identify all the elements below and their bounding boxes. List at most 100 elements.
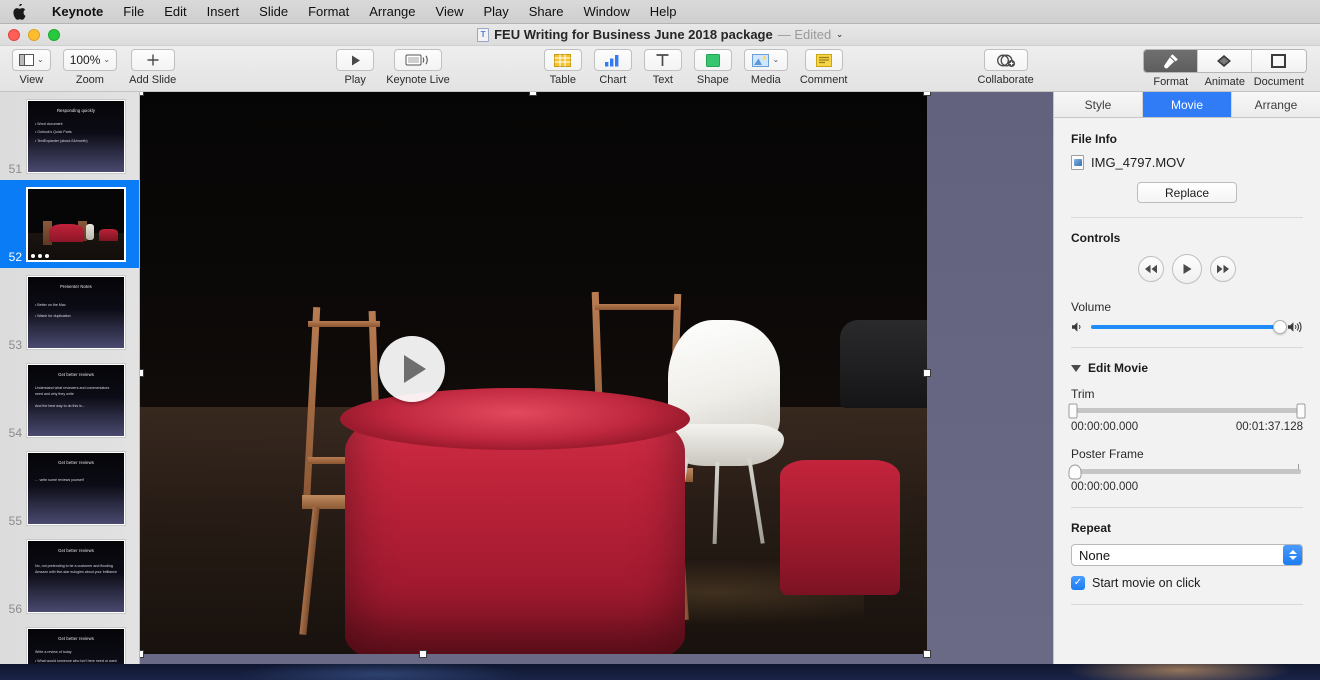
chevron-down-icon[interactable]: ⌄	[836, 30, 843, 39]
slide-thumbnail-52[interactable]: 52	[0, 180, 139, 268]
menu-item-insert[interactable]: Insert	[197, 0, 250, 24]
tab-arrange[interactable]: Arrange	[1232, 92, 1320, 117]
tab-movie[interactable]: Movie	[1143, 92, 1232, 117]
window-controls	[8, 29, 60, 41]
slide-surface[interactable]	[140, 92, 1053, 664]
stepper-arrows-icon[interactable]	[1283, 545, 1302, 565]
plus-icon	[147, 54, 159, 66]
red-table-top	[340, 388, 690, 450]
rewind-button[interactable]	[1138, 256, 1164, 282]
document-name[interactable]: FEU Writing for Business June 2018 packa…	[494, 27, 773, 42]
play-pause-button[interactable]	[1172, 254, 1202, 284]
play-button[interactable]: Play	[330, 49, 380, 86]
collaborate-icon	[996, 54, 1015, 67]
selection-handle-middle-left[interactable]	[140, 369, 144, 377]
edited-status: — Edited	[777, 27, 832, 42]
menu-item-keynote[interactable]: Keynote	[42, 0, 113, 24]
build-indicator-dots	[31, 253, 49, 258]
trim-start-handle[interactable]	[1068, 403, 1078, 418]
thumb-title: Get better reviews	[58, 459, 94, 465]
tab-animate[interactable]	[1197, 50, 1252, 72]
tab-document[interactable]	[1251, 50, 1306, 72]
minimize-button[interactable]	[28, 29, 40, 41]
paintbrush-icon	[1164, 54, 1179, 69]
play-overlay-button[interactable]	[379, 336, 445, 402]
zoom-control[interactable]: 100% ⌄ Zoom	[57, 49, 123, 86]
slide-thumbnail-54[interactable]: 54 Get better reviews Understand what re…	[0, 356, 139, 444]
selection-handle-bottom-right[interactable]	[923, 650, 931, 658]
chevron-down-icon: ⌄	[37, 55, 44, 64]
start-movie-on-click-row[interactable]: ✓ Start movie on click	[1071, 576, 1303, 590]
main-body: 51 Responding quickly • Word document • …	[0, 92, 1320, 664]
trim-end-handle[interactable]	[1296, 403, 1306, 418]
collaborate-button[interactable]: Collaborate	[972, 49, 1040, 86]
selection-handle-top-center[interactable]	[529, 92, 537, 96]
fast-forward-button[interactable]	[1210, 256, 1236, 282]
menu-item-help[interactable]: Help	[640, 0, 687, 24]
keynote-live-button[interactable]: Keynote Live	[380, 49, 456, 86]
repeat-select[interactable]: None	[1071, 544, 1303, 566]
menu-item-window[interactable]: Window	[573, 0, 639, 24]
animate-diamond-icon	[1217, 55, 1232, 67]
slide-navigator[interactable]: 51 Responding quickly • Word document • …	[0, 92, 140, 664]
divider	[1071, 347, 1303, 348]
slide-thumbnail-57[interactable]: 57 Get better reviews Write a review of …	[0, 620, 139, 664]
thumb-photo	[28, 188, 124, 260]
stage-back-wall	[140, 92, 927, 418]
menu-item-edit[interactable]: Edit	[154, 0, 196, 24]
menu-item-view[interactable]: View	[426, 0, 474, 24]
trim-slider-track[interactable]	[1068, 403, 1306, 418]
view-button[interactable]: ⌄ View	[6, 49, 57, 86]
divider	[1071, 217, 1303, 218]
menu-item-format[interactable]: Format	[298, 0, 359, 24]
menu-item-share[interactable]: Share	[519, 0, 574, 24]
menu-item-arrange[interactable]: Arrange	[359, 0, 425, 24]
thumb-frame: Get better reviews No, not pretending to…	[26, 538, 126, 614]
selection-handle-bottom-center[interactable]	[419, 650, 427, 658]
close-button[interactable]	[8, 29, 20, 41]
start-movie-checkbox[interactable]: ✓	[1071, 576, 1085, 590]
repeat-selected-value[interactable]: None	[1071, 544, 1303, 566]
fast-forward-icon	[1217, 264, 1229, 274]
playback-controls	[1071, 254, 1303, 284]
edit-movie-disclosure[interactable]: Edit Movie	[1071, 361, 1303, 375]
volume-slider-track[interactable]	[1091, 320, 1287, 334]
tab-format[interactable]	[1143, 50, 1198, 72]
menu-item-slide[interactable]: Slide	[249, 0, 298, 24]
trim-time-row: 00:00:00.000 00:01:37.128	[1071, 421, 1303, 433]
text-button[interactable]: Text	[638, 49, 688, 86]
media-button[interactable]: ⌄ Media	[738, 49, 794, 86]
selection-handle-middle-right[interactable]	[923, 369, 931, 377]
shape-square-icon	[705, 53, 720, 67]
slide-thumbnail-51[interactable]: 51 Responding quickly • Word document • …	[0, 92, 139, 180]
comment-button[interactable]: Comment	[794, 49, 854, 86]
poster-frame-knob[interactable]	[1068, 464, 1082, 479]
movie-object[interactable]	[140, 92, 927, 654]
menu-item-file[interactable]: File	[113, 0, 154, 24]
speaker-high-icon	[1287, 321, 1303, 333]
poster-frame-slider-track[interactable]	[1068, 464, 1301, 479]
table-button[interactable]: Table	[538, 49, 588, 86]
slide-thumbnail-53[interactable]: 53 Presenter Notes • Better on the Mac •…	[0, 268, 139, 356]
slide-number: 56	[8, 602, 22, 616]
selection-handle-top-right[interactable]	[923, 92, 931, 96]
apple-logo-icon[interactable]	[12, 3, 26, 20]
slide-thumbnail-55[interactable]: 55 Get better reviews … write some revie…	[0, 444, 139, 532]
slide-thumbnail-56[interactable]: 56 Get better reviews No, not pretending…	[0, 532, 139, 620]
add-slide-button[interactable]: Add Slide	[123, 49, 182, 86]
replace-button[interactable]: Replace	[1137, 182, 1237, 203]
volume-slider-knob[interactable]	[1273, 320, 1287, 334]
document-title: T FEU Writing for Business June 2018 pac…	[477, 27, 843, 42]
zoom-window-button[interactable]	[48, 29, 60, 41]
tab-style[interactable]: Style	[1054, 92, 1143, 117]
selection-handle-bottom-left[interactable]	[140, 650, 144, 658]
format-inspector: Style Movie Arrange File Info IMG_4797.M…	[1053, 92, 1320, 664]
rewind-icon	[1145, 264, 1157, 274]
menu-item-play[interactable]: Play	[473, 0, 518, 24]
volume-slider-row[interactable]	[1071, 320, 1303, 334]
selection-handle-top-left[interactable]	[140, 92, 144, 96]
format-label: Format	[1153, 76, 1189, 88]
chart-button[interactable]: Chart	[588, 49, 638, 86]
shape-button[interactable]: Shape	[688, 49, 738, 86]
slide-canvas-area[interactable]	[140, 92, 1053, 664]
